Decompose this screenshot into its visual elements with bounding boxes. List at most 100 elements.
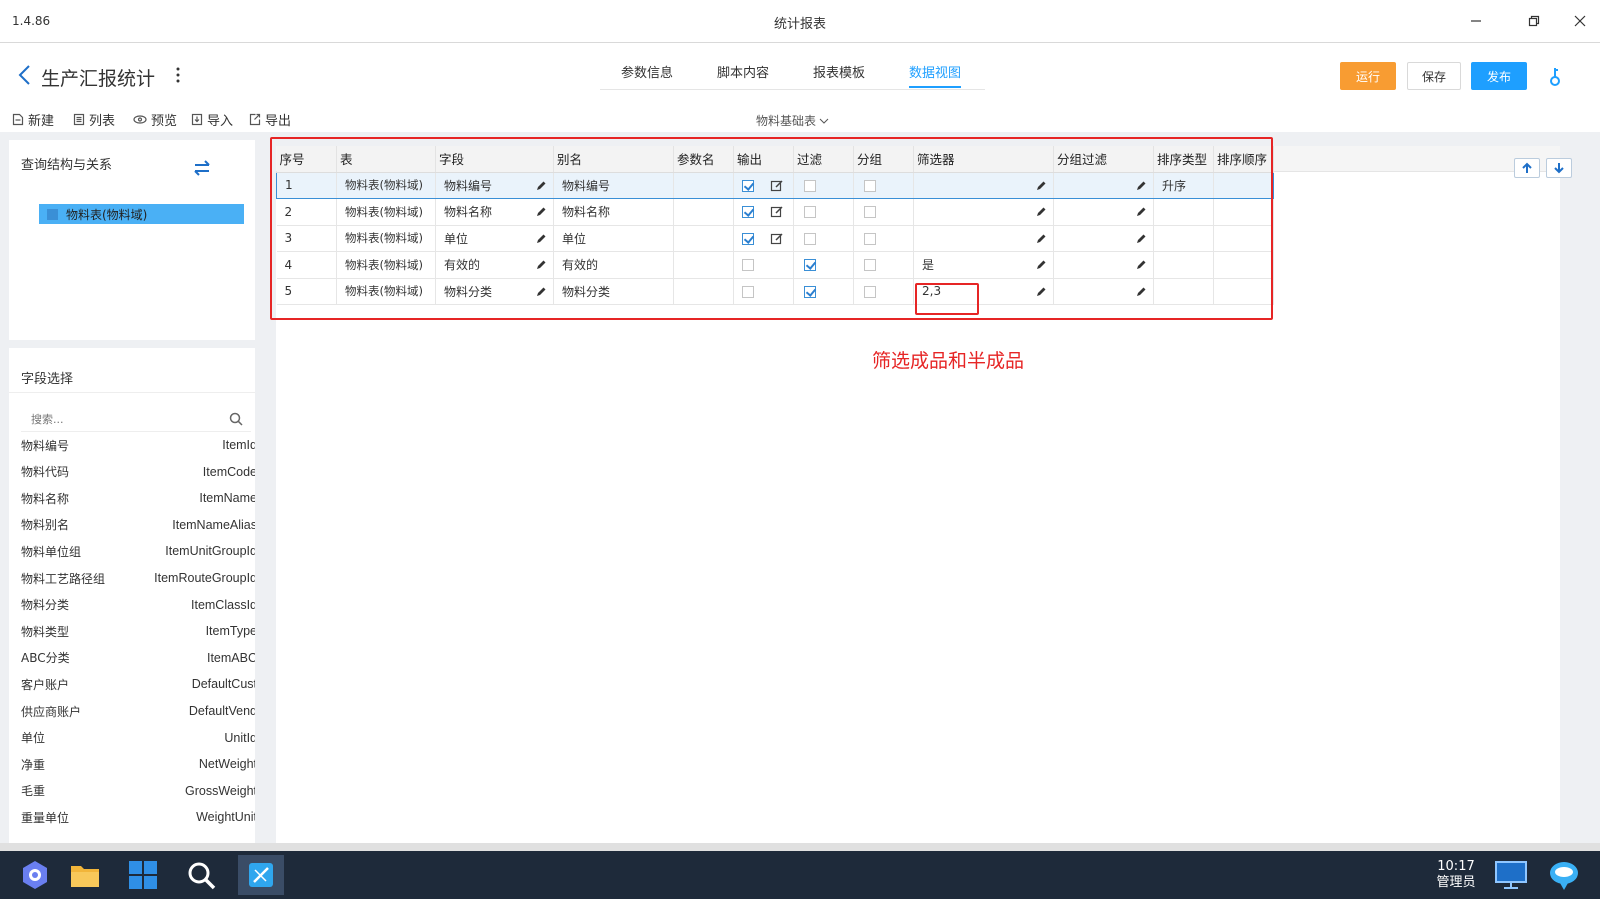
import-button[interactable]: 导入 <box>191 110 233 129</box>
column-header[interactable]: 参数名 <box>673 146 734 173</box>
pencil-icon[interactable] <box>1135 286 1147 298</box>
sort-type-cell[interactable] <box>1153 225 1214 252</box>
edit-icon[interactable] <box>770 232 784 246</box>
move-up-button[interactable] <box>1514 158 1540 178</box>
field-item[interactable]: 客户账户 DefaultCust <box>21 671 255 697</box>
list-button[interactable]: 列表 <box>73 110 115 129</box>
start-app-icon[interactable] <box>15 855 55 895</box>
column-header[interactable]: 序号 <box>276 146 337 173</box>
move-down-button[interactable] <box>1546 158 1572 178</box>
table-row[interactable]: 4 物料表(物料域) 有效的 有效的 是 <box>276 251 1274 279</box>
output-checkbox[interactable] <box>742 206 754 219</box>
report-app-icon[interactable] <box>238 855 284 895</box>
param-cell[interactable] <box>673 278 734 305</box>
datasource-select[interactable]: 物料基础表 <box>756 112 829 129</box>
pencil-icon[interactable] <box>1135 259 1147 271</box>
save-button[interactable]: 保存 <box>1407 62 1461 90</box>
filter-checkbox[interactable] <box>804 285 816 298</box>
table-row[interactable]: 5 物料表(物料域) 物料分类 物料分类 2,3 <box>276 278 1274 305</box>
pencil-icon[interactable] <box>1035 180 1047 192</box>
alias-cell[interactable]: 有效的 <box>553 251 674 279</box>
windows-start-icon[interactable] <box>123 855 163 895</box>
field-cell[interactable]: 物料编号 <box>435 171 554 199</box>
pencil-icon[interactable] <box>535 233 547 245</box>
field-cell[interactable]: 单位 <box>435 225 554 252</box>
sort-order-cell[interactable] <box>1213 251 1274 279</box>
taskbar-search-icon[interactable] <box>181 855 221 895</box>
swap-icon[interactable] <box>193 160 211 176</box>
sort-order-cell[interactable] <box>1213 171 1274 199</box>
field-item[interactable]: ABC分类 ItemABC <box>21 645 255 671</box>
output-checkbox[interactable] <box>742 285 754 298</box>
output-checkbox[interactable] <box>742 232 754 245</box>
pencil-icon[interactable] <box>535 259 547 271</box>
column-header[interactable]: 分组过滤 <box>1053 146 1154 173</box>
close-button[interactable] <box>1566 8 1594 34</box>
search-input[interactable] <box>21 408 211 430</box>
tab-params[interactable]: 参数信息 <box>621 62 673 81</box>
group-filter-cell[interactable] <box>1053 198 1154 226</box>
column-header[interactable]: 筛选器 <box>913 146 1054 173</box>
column-header[interactable]: 过滤 <box>793 146 854 173</box>
assistant-icon[interactable] <box>1544 855 1584 895</box>
table-row[interactable]: 1 物料表(物料域) 物料编号 物料编号 升序 <box>276 171 1274 199</box>
edit-icon[interactable] <box>770 179 784 193</box>
column-header[interactable]: 输出 <box>733 146 794 173</box>
tree-item-item-table[interactable]: 物料表(物料域) <box>39 204 244 224</box>
field-item[interactable]: 毛重 GrossWeight <box>21 778 255 804</box>
field-item[interactable]: 物料名称 ItemName <box>21 485 255 511</box>
field-item[interactable]: 物料别名 ItemNameAlias <box>21 512 255 538</box>
pencil-icon[interactable] <box>1135 180 1147 192</box>
pencil-icon[interactable] <box>1135 206 1147 218</box>
column-header[interactable]: 表 <box>336 146 436 173</box>
filter-value-cell[interactable]: 2,3 <box>913 278 1054 305</box>
more-menu-icon[interactable] <box>174 66 182 84</box>
pencil-icon[interactable] <box>535 286 547 298</box>
field-item[interactable]: 物料工艺路径组 ItemRouteGroupId <box>21 565 255 591</box>
alias-cell[interactable]: 物料名称 <box>553 198 674 226</box>
filter-value-cell[interactable] <box>913 225 1054 252</box>
pencil-icon[interactable] <box>535 206 547 218</box>
alias-cell[interactable]: 单位 <box>553 225 674 252</box>
sort-type-cell[interactable]: 升序 <box>1153 171 1214 199</box>
column-header[interactable]: 排序类型 <box>1153 146 1214 173</box>
sort-type-cell[interactable] <box>1153 251 1214 279</box>
column-header[interactable]: 字段 <box>435 146 554 173</box>
group-checkbox[interactable] <box>864 206 876 219</box>
field-cell[interactable]: 物料名称 <box>435 198 554 226</box>
field-item[interactable]: 物料编号 ItemId <box>21 432 255 458</box>
pencil-icon[interactable] <box>535 180 547 192</box>
edit-icon[interactable] <box>770 205 784 219</box>
param-cell[interactable] <box>673 171 734 199</box>
table-cell[interactable]: 物料表(物料域) <box>336 278 436 305</box>
field-item[interactable]: 物料分类 ItemClassId <box>21 592 255 618</box>
tab-data-view[interactable]: 数据视图 <box>909 62 962 88</box>
pencil-icon[interactable] <box>1035 206 1047 218</box>
restore-button[interactable] <box>1520 8 1548 34</box>
param-cell[interactable] <box>673 225 734 252</box>
tab-template[interactable]: 报表模板 <box>813 62 865 81</box>
field-cell[interactable]: 物料分类 <box>435 278 554 305</box>
filter-checkbox[interactable] <box>804 232 816 245</box>
table-row[interactable]: 2 物料表(物料域) 物料名称 物料名称 <box>276 198 1274 226</box>
run-button[interactable]: 运行 <box>1340 62 1396 90</box>
tab-script[interactable]: 脚本内容 <box>717 62 769 81</box>
horizontal-scrollbar[interactable] <box>0 843 1600 851</box>
field-item[interactable]: 物料类型 ItemType <box>21 618 255 644</box>
key-icon[interactable] <box>1547 66 1563 88</box>
param-cell[interactable] <box>673 251 734 279</box>
field-item[interactable]: 物料代码 ItemCode <box>21 459 255 485</box>
minimize-button[interactable] <box>1462 8 1490 34</box>
filter-value-cell[interactable] <box>913 171 1054 199</box>
remote-desktop-icon[interactable] <box>1491 855 1531 895</box>
field-cell[interactable]: 有效的 <box>435 251 554 279</box>
filter-checkbox[interactable] <box>804 259 816 272</box>
search-icon[interactable] <box>229 412 243 426</box>
alias-cell[interactable]: 物料分类 <box>553 278 674 305</box>
group-checkbox[interactable] <box>864 179 876 192</box>
column-header[interactable]: 分组 <box>853 146 914 173</box>
group-filter-cell[interactable] <box>1053 171 1154 199</box>
group-filter-cell[interactable] <box>1053 225 1154 252</box>
sort-type-cell[interactable] <box>1153 278 1214 305</box>
output-checkbox[interactable] <box>742 259 754 272</box>
